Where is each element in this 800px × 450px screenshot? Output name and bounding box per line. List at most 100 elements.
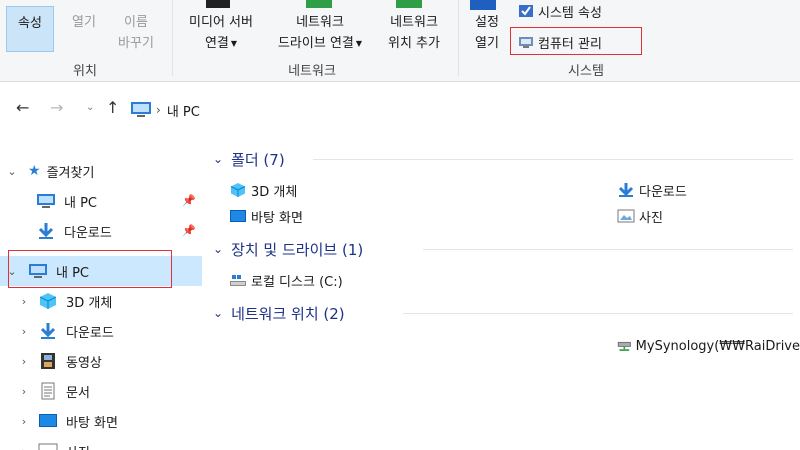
network-locations-header-label: 네트워크 위치 (2): [231, 304, 345, 323]
folder-item-label: 바탕 화면: [251, 210, 303, 226]
content-pane: ⌄ 폴더 (7) 3D 개체 다운로드 바탕 화면 사진 ⌄ 장치 및 드라이브…: [205, 140, 800, 450]
network-group-label: 네트워크: [288, 64, 336, 79]
group-divider: [403, 313, 793, 314]
expand-chevron-icon[interactable]: ›: [18, 295, 30, 308]
nav-item-documents[interactable]: › 문서: [0, 376, 202, 406]
back-arrow-icon[interactable]: ←: [16, 98, 29, 117]
expand-chevron-icon[interactable]: ›: [18, 445, 30, 450]
nav-item-desktop[interactable]: › 바탕 화면: [0, 406, 202, 436]
group-separator: [458, 0, 459, 76]
group-divider: [423, 249, 793, 250]
nav-item-label: 사진: [66, 442, 90, 450]
drive-item-label: 로컬 디스크 (C:): [251, 274, 343, 290]
navigation-pane: ⌄ ★ 즐겨찾기 내 PC 📌 다운로드 📌 ⌄ 내 PC › 3D 개체 › …: [0, 140, 202, 450]
desktop-icon: [230, 210, 246, 222]
folder-item-label: 3D 개체: [251, 184, 298, 200]
network-add-icon: [306, 0, 332, 8]
expand-chevron-icon[interactable]: ›: [18, 325, 30, 338]
document-icon: [41, 382, 55, 400]
properties-button[interactable]: 속성: [6, 6, 54, 52]
folder-item-pictures[interactable]: 사진: [617, 205, 663, 227]
expand-chevron-icon[interactable]: ›: [18, 385, 30, 398]
this-pc-icon: [37, 194, 55, 208]
pin-icon: 📌: [182, 224, 196, 237]
network-location-icon: [396, 0, 422, 8]
nav-item-label: 3D 개체: [66, 295, 113, 311]
group-divider: [313, 159, 793, 160]
add-location-label-line2: 위치 추가: [388, 36, 440, 51]
group-header-network-locations[interactable]: ⌄ 네트워크 위치 (2): [213, 300, 793, 326]
nav-item-videos[interactable]: › 동영상: [0, 346, 202, 376]
address-path[interactable]: › 내 PC: [130, 98, 200, 122]
folder-item-desktop[interactable]: 바탕 화면: [229, 205, 303, 227]
collapse-chevron-icon[interactable]: ⌄: [213, 306, 223, 320]
expand-chevron-icon[interactable]: ›: [18, 355, 30, 368]
group-header-folders[interactable]: ⌄ 폴더 (7): [213, 146, 793, 172]
download-arrow-icon: [38, 223, 54, 239]
group-header-devices[interactable]: ⌄ 장치 및 드라이브 (1): [213, 236, 793, 262]
cube-3d-icon: [230, 183, 246, 197]
nav-item-downloads-pinned[interactable]: 다운로드 📌: [0, 216, 202, 246]
nav-item-this-pc-pinned[interactable]: 내 PC 📌: [0, 186, 202, 216]
pin-icon: 📌: [182, 194, 196, 207]
recent-locations-chevron-icon[interactable]: ⌄: [86, 102, 94, 113]
this-pc-icon: [131, 102, 151, 117]
map-media-label-line1: 미디어 서버: [189, 15, 253, 30]
breadcrumb-chevron-icon: ›: [156, 103, 161, 117]
map-drive-icon: [206, 0, 230, 8]
checklist-icon: [519, 5, 533, 17]
dropdown-caret-icon: ▼: [355, 39, 363, 48]
address-location-label: 내 PC: [166, 104, 200, 120]
open-settings-label-line2: 열기: [475, 36, 499, 51]
address-bar: ← → ⌄ ↑ › 내 PC: [0, 88, 800, 132]
properties-label: 속성: [18, 16, 42, 31]
up-arrow-icon[interactable]: ↑: [106, 98, 119, 117]
pictures-icon: [38, 443, 58, 450]
collapse-chevron-icon[interactable]: ⌄: [213, 242, 223, 256]
nav-item-label: 바탕 화면: [66, 415, 118, 431]
collapse-chevron-icon[interactable]: ⌄: [6, 165, 18, 178]
drive-item-local-c[interactable]: 로컬 디스크 (C:): [229, 269, 343, 291]
nav-item-label: 다운로드: [64, 225, 112, 241]
forward-arrow-icon[interactable]: →: [50, 98, 63, 117]
open-button[interactable]: 열기: [60, 12, 108, 33]
system-group-label: 시스템: [568, 64, 604, 79]
nav-item-3d-objects[interactable]: › 3D 개체: [0, 286, 202, 316]
network-drive-icon: [617, 341, 631, 351]
desktop-icon: [39, 414, 57, 427]
folder-item-downloads[interactable]: 다운로드: [617, 179, 687, 201]
rename-button[interactable]: 이름 바꾸기: [108, 12, 164, 54]
this-pc-highlight: [8, 250, 172, 288]
folders-header-label: 폴더 (7): [231, 150, 285, 169]
network-item-label: MySynology(₩₩RaiDrive: [635, 338, 800, 354]
settings-gear-icon: [470, 0, 496, 10]
system-properties-button[interactable]: 시스템 속성: [518, 0, 602, 22]
cube-3d-icon: [39, 293, 57, 309]
nav-item-label: 동영상: [66, 355, 102, 371]
nav-item-downloads[interactable]: › 다운로드: [0, 316, 202, 346]
nav-item-label: 내 PC: [64, 195, 98, 211]
ribbon: 속성 열기 이름 바꾸기 위치 미디어 서버 연결 ▼ 네트워크 드라이브 연결 ▼…: [0, 0, 800, 82]
folder-item-label: 다운로드: [639, 184, 687, 200]
map-media-label-line2: 연결: [204, 36, 229, 51]
location-group-label: 위치: [73, 64, 97, 79]
nav-item-label: 다운로드: [66, 325, 114, 341]
nav-item-label: 문서: [66, 385, 90, 401]
folder-item-3d-objects[interactable]: 3D 개체: [229, 179, 297, 201]
system-properties-label: 시스템 속성: [538, 5, 602, 21]
computer-management-highlight: [510, 27, 642, 55]
group-separator: [172, 0, 173, 76]
rename-label-line2: 바꾸기: [118, 36, 154, 51]
map-network-drive-button[interactable]: 네트워크 드라이브 연결 ▼: [266, 12, 374, 54]
open-settings-button[interactable]: 설정 열기: [464, 12, 510, 54]
add-network-location-button[interactable]: 네트워크 위치 추가: [376, 12, 452, 54]
nav-item-pictures[interactable]: › 사진: [0, 436, 202, 450]
collapse-chevron-icon[interactable]: ⌄: [213, 152, 223, 166]
network-item-mysynology[interactable]: MySynology(₩₩RaiDrive: [617, 335, 800, 357]
download-arrow-icon: [618, 183, 634, 197]
rename-label-line1: 이름: [124, 15, 148, 30]
pictures-icon: [617, 209, 635, 223]
map-media-server-button[interactable]: 미디어 서버 연결 ▼: [176, 12, 266, 54]
expand-chevron-icon[interactable]: ›: [18, 415, 30, 428]
nav-quick-access[interactable]: ⌄ ★ 즐겨찾기: [0, 156, 202, 186]
